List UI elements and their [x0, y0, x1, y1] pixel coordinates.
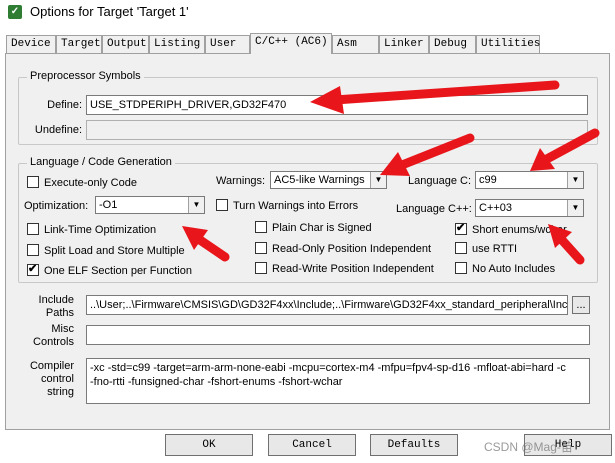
checkmark-icon: ✔	[28, 263, 38, 275]
undefine-input[interactable]	[86, 120, 588, 140]
tab-strip: Device Target Output Listing User C/C++ …	[0, 33, 615, 54]
compiler-string-label-line3: string	[47, 386, 74, 398]
short-enums-checkbox[interactable]: ✔ Short enums/wchar	[455, 222, 567, 236]
language-group-title: Language / Code Generation	[27, 156, 175, 168]
title-bar: ✓ Options for Target 'Target 1'	[0, 0, 615, 24]
window-title: Options for Target 'Target 1'	[30, 4, 189, 19]
tab-target[interactable]: Target	[56, 35, 102, 53]
checkbox-box	[27, 244, 39, 256]
language-c-label: Language C:	[408, 175, 471, 187]
link-time-label: Link-Time Optimization	[44, 224, 157, 236]
warnings-select[interactable]: AC5-like Warnings ▼	[270, 171, 387, 189]
include-paths-label-line2: Paths	[45, 307, 74, 319]
plain-char-checkbox[interactable]: Plain Char is Signed	[255, 221, 372, 234]
language-c-value: c99	[479, 174, 497, 186]
one-elf-checkbox[interactable]: ✔ One ELF Section per Function	[27, 263, 192, 277]
optimization-label: Optimization:	[24, 200, 89, 212]
checkbox-box: ✔	[455, 222, 467, 235]
misc-controls-label-line1: Misc	[51, 323, 74, 335]
warnings-value: AC5-like Warnings	[274, 174, 365, 186]
language-cpp-select[interactable]: C++03 ▼	[475, 199, 584, 217]
rwpi-label: Read-Write Position Independent	[272, 263, 434, 275]
chevron-down-icon[interactable]: ▼	[188, 197, 204, 213]
execute-only-checkbox[interactable]: Execute-only Code	[27, 176, 137, 189]
csdn-watermark: CSDN @Mag-苗	[484, 440, 573, 454]
rtti-label: use RTTI	[472, 243, 518, 255]
misc-controls-input[interactable]	[86, 325, 590, 345]
tab-utilities[interactable]: Utilities	[476, 35, 540, 53]
cancel-button[interactable]: Cancel	[268, 434, 356, 456]
checkbox-box	[216, 199, 228, 211]
ropi-label: Read-Only Position Independent	[272, 243, 431, 255]
tab-linker[interactable]: Linker	[379, 35, 429, 53]
chevron-down-icon[interactable]: ▼	[567, 200, 583, 216]
include-paths-browse-button[interactable]: ...	[572, 296, 590, 314]
checkbox-box: ✔	[27, 263, 39, 276]
compiler-string-line1: -xc -std=c99 -target=arm-arm-none-eabi -…	[90, 362, 566, 374]
ok-button[interactable]: OK	[165, 434, 253, 456]
language-cpp-value: C++03	[479, 202, 513, 214]
tab-listing[interactable]: Listing	[149, 35, 205, 53]
tab-output[interactable]: Output	[102, 35, 149, 53]
checkbox-box	[255, 221, 267, 233]
one-elf-label: One ELF Section per Function	[44, 265, 192, 277]
split-load-checkbox[interactable]: Split Load and Store Multiple	[27, 244, 185, 257]
define-input[interactable]: USE_STDPERIPH_DRIVER,GD32F470	[86, 95, 588, 115]
warnings-label: Warnings:	[216, 175, 266, 187]
language-cpp-label: Language C++:	[396, 203, 472, 215]
chevron-down-icon[interactable]: ▼	[370, 172, 386, 188]
undefine-label: Undefine:	[34, 124, 82, 136]
define-label: Define:	[47, 99, 82, 111]
plain-char-label: Plain Char is Signed	[272, 222, 372, 234]
tab-debug[interactable]: Debug	[429, 35, 476, 53]
checkbox-box	[255, 262, 267, 274]
no-auto-includes-label: No Auto Includes	[472, 263, 556, 275]
short-enums-label: Short enums/wchar	[472, 224, 567, 236]
language-c-select[interactable]: c99 ▼	[475, 171, 584, 189]
checkbox-box	[27, 223, 39, 235]
split-load-label: Split Load and Store Multiple	[44, 245, 185, 257]
rtti-checkbox[interactable]: use RTTI	[455, 242, 517, 255]
include-paths-label-line1: Include	[38, 294, 74, 306]
compiler-string-textarea[interactable]: -xc -std=c99 -target=arm-arm-none-eabi -…	[86, 358, 590, 404]
defaults-button[interactable]: Defaults	[370, 434, 458, 456]
link-time-checkbox[interactable]: Link-Time Optimization	[27, 223, 156, 236]
rwpi-checkbox[interactable]: Read-Write Position Independent	[255, 262, 434, 275]
compiler-string-label-line1: Compiler	[29, 360, 74, 372]
checkmark-icon: ✔	[456, 222, 466, 234]
include-paths-label: Include Paths	[30, 294, 74, 320]
tab-user[interactable]: User	[205, 35, 250, 53]
checkbox-box	[455, 242, 467, 254]
tab-asm[interactable]: Asm	[332, 35, 379, 53]
compiler-string-line2: -fno-rtti -funsigned-char -fshort-enums …	[90, 376, 343, 388]
optimization-select[interactable]: -O1 ▼	[95, 196, 205, 214]
no-auto-includes-checkbox[interactable]: No Auto Includes	[455, 262, 555, 275]
include-paths-input[interactable]: ..\User;..\Firmware\CMSIS\GD\GD32F4xx\In…	[86, 295, 568, 315]
checkbox-box	[27, 176, 39, 188]
tab-cc-ac6[interactable]: C/C++ (AC6)	[250, 33, 332, 54]
turn-warnings-errors-label: Turn Warnings into Errors	[233, 200, 359, 212]
compiler-string-label-line2: control	[40, 373, 74, 385]
chevron-down-icon[interactable]: ▼	[567, 172, 583, 188]
misc-controls-label-line2: Controls	[33, 336, 74, 348]
misc-controls-label: Misc Controls	[30, 323, 74, 349]
preprocessor-group-title: Preprocessor Symbols	[27, 70, 144, 82]
optimization-value: -O1	[99, 199, 118, 211]
checkbox-box	[455, 262, 467, 274]
turn-warnings-errors-checkbox[interactable]: Turn Warnings into Errors	[216, 199, 358, 212]
keil-app-icon: ✓	[8, 5, 22, 19]
compiler-string-label: Compiler control string	[26, 360, 74, 399]
tab-device[interactable]: Device	[6, 35, 56, 53]
checkbox-box	[255, 242, 267, 254]
execute-only-label: Execute-only Code	[44, 177, 137, 189]
ropi-checkbox[interactable]: Read-Only Position Independent	[255, 242, 431, 255]
